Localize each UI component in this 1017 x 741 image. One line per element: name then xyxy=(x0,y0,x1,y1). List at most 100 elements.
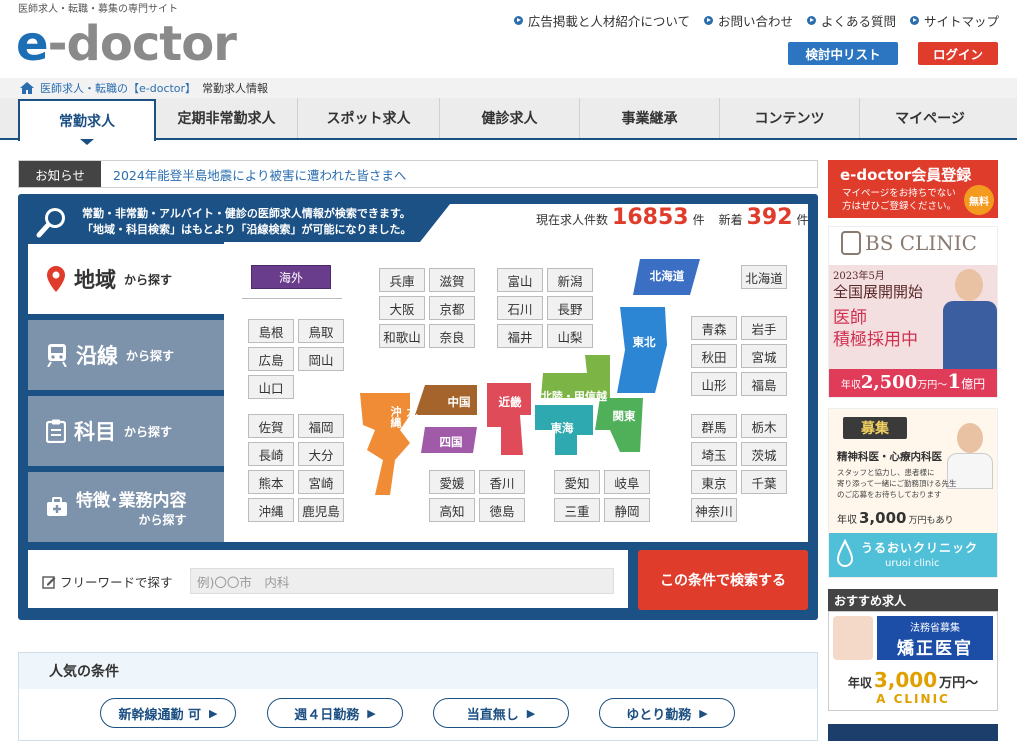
region-kanto[interactable]: 関東 xyxy=(600,406,648,426)
tab-mypage[interactable]: マイページ xyxy=(860,98,1000,138)
bs-clinic-banner[interactable]: BS CLINIC 2023年5月 全国展開開始 医師 積極採用中 年収 2,5… xyxy=(828,226,998,398)
region-tohoku[interactable]: 東北 xyxy=(622,330,666,354)
logo-e: e xyxy=(16,16,49,72)
arrow-circle-icon xyxy=(909,16,919,25)
pref-button[interactable]: 愛媛 xyxy=(429,470,475,494)
tab-succession[interactable]: 事業継承 xyxy=(580,98,720,138)
search-tab-feature[interactable]: 特徴･業務内容 から探す xyxy=(28,472,224,542)
pref-button[interactable]: 岐阜 xyxy=(604,470,650,494)
pref-button[interactable]: 山口 xyxy=(248,375,294,399)
tab-checkup[interactable]: 健診求人 xyxy=(440,98,580,138)
pref-button[interactable]: 千葉 xyxy=(741,470,787,494)
pref-button[interactable]: 鳥取 xyxy=(298,319,344,343)
link-sitemap[interactable]: サイトマップ xyxy=(909,11,999,30)
region-kyushu[interactable]: 九州・沖縄 xyxy=(384,406,422,448)
login-button[interactable]: ログイン xyxy=(918,42,998,65)
member-register-banner[interactable]: e-doctor会員登録 マイページをお持ちでない 方はぜひご登録ください。 無… xyxy=(828,160,998,218)
pref-button[interactable]: 香川 xyxy=(479,470,525,494)
region-hokkaido[interactable]: 北海道 xyxy=(636,263,698,289)
notice-link[interactable]: 2024年能登半島地震により被害に遭われた皆さまへ xyxy=(101,165,406,184)
pref-button[interactable]: 京都 xyxy=(429,296,475,320)
search-tab-subject[interactable]: 科目 から探す xyxy=(28,396,224,466)
pref-button[interactable]: 愛知 xyxy=(554,470,600,494)
region-overseas-button[interactable]: 海外 xyxy=(251,265,331,289)
pref-button[interactable]: 奈良 xyxy=(429,324,475,348)
popular-item[interactable]: 週４日勤務 ▶ xyxy=(267,698,403,728)
divider xyxy=(242,298,342,299)
pref-button[interactable]: 高知 xyxy=(429,498,475,522)
search-tab-line[interactable]: 沿線 から探す xyxy=(28,320,224,390)
pref-button[interactable]: 和歌山 xyxy=(379,324,425,348)
home-icon[interactable] xyxy=(20,82,34,94)
pref-button[interactable]: 島根 xyxy=(248,319,294,343)
doctor-illustration xyxy=(833,616,873,660)
region-hokuriku[interactable]: 北陸・甲信越 xyxy=(538,386,610,406)
pref-button[interactable]: 栃木 xyxy=(741,414,787,438)
arrow-circle-icon xyxy=(806,16,816,25)
tab-spot[interactable]: スポット求人 xyxy=(298,98,440,138)
pref-button[interactable]: 富山 xyxy=(497,268,543,292)
popular-item[interactable]: 新幹線通勤 可 ▶ xyxy=(100,698,236,728)
pref-button[interactable]: 静岡 xyxy=(604,498,650,522)
pref-button[interactable]: 長崎 xyxy=(248,442,294,466)
search-tab-region[interactable]: 地域 から探す xyxy=(28,244,224,314)
pref-button[interactable]: 福島 xyxy=(741,372,787,396)
tab-contents[interactable]: コンテンツ xyxy=(720,98,860,138)
site-logo[interactable]: e-doctor xyxy=(16,14,237,74)
pref-button[interactable]: 埼玉 xyxy=(691,442,737,466)
pref-button[interactable]: 茨城 xyxy=(741,442,787,466)
pref-button[interactable]: 福岡 xyxy=(298,414,344,438)
pref-button[interactable]: 山梨 xyxy=(547,324,593,348)
breadcrumb-link[interactable]: 医師求人・転職の【e-doctor】 xyxy=(40,80,196,96)
pref-button[interactable]: 広島 xyxy=(248,347,294,371)
pref-button[interactable]: 大分 xyxy=(298,442,344,466)
pref-button[interactable]: 三重 xyxy=(554,498,600,522)
pref-button[interactable]: 福井 xyxy=(497,324,543,348)
pref-button[interactable]: 滋賀 xyxy=(429,268,475,292)
pref-button[interactable]: 兵庫 xyxy=(379,268,425,292)
popular-item[interactable]: 当直無し ▶ xyxy=(433,698,569,728)
pref-button[interactable]: 青森 xyxy=(691,316,737,340)
link-advertising[interactable]: 広告掲載と人材紹介について xyxy=(513,11,690,30)
pref-button[interactable]: 岡山 xyxy=(298,347,344,371)
pref-button[interactable]: 沖縄 xyxy=(248,498,294,522)
link-contact[interactable]: お問い合わせ xyxy=(703,11,793,30)
pref-button[interactable]: 宮崎 xyxy=(298,470,344,494)
notice-label: お知らせ xyxy=(19,161,101,187)
pref-button[interactable]: 石川 xyxy=(497,296,543,320)
pref-button[interactable]: 秋田 xyxy=(691,344,737,368)
uruoi-clinic-banner[interactable]: 募集 精神科医・心療内科医 スタッフと協力し、患者様に 寄り添って一緒にご勤務頂… xyxy=(828,408,998,578)
region-shikoku[interactable]: 四国 xyxy=(428,432,474,452)
pref-button[interactable]: 群馬 xyxy=(691,414,737,438)
play-icon: ▶ xyxy=(699,706,708,720)
pref-button[interactable]: 神奈川 xyxy=(691,498,737,522)
pref-button[interactable]: 徳島 xyxy=(479,498,525,522)
pref-button[interactable]: 山形 xyxy=(691,372,737,396)
popular-item[interactable]: ゆとり勤務 ▶ xyxy=(599,698,735,728)
pref-button[interactable]: 長野 xyxy=(547,296,593,320)
pref-button[interactable]: 熊本 xyxy=(248,470,294,494)
doctor-photo xyxy=(941,267,997,371)
pref-button[interactable]: 新潟 xyxy=(547,268,593,292)
banner-partial[interactable] xyxy=(828,724,998,741)
tab-parttime[interactable]: 定期非常勤求人 xyxy=(156,98,298,138)
freeword-label: フリーワードで探す xyxy=(42,572,173,591)
pref-button[interactable]: 佐賀 xyxy=(248,414,294,438)
arrow-circle-icon xyxy=(703,16,713,25)
region-kinki[interactable]: 近畿 xyxy=(488,392,532,412)
link-faq[interactable]: よくある質問 xyxy=(806,11,896,30)
pref-button[interactable]: 大阪 xyxy=(379,296,425,320)
freeword-input[interactable]: 例)〇〇市 内科 xyxy=(190,568,614,594)
pref-button[interactable]: 東京 xyxy=(691,470,737,494)
pencil-icon xyxy=(42,575,56,589)
region-chugoku[interactable]: 中国 xyxy=(436,392,482,412)
pref-button[interactable]: 北海道 xyxy=(741,265,787,289)
pref-button[interactable]: 岩手 xyxy=(741,316,787,340)
pref-button[interactable]: 鹿児島 xyxy=(298,498,344,522)
region-tokai[interactable]: 東海 xyxy=(540,418,584,438)
pref-button[interactable]: 宮城 xyxy=(741,344,787,368)
tab-fulltime[interactable]: 常勤求人 xyxy=(18,99,156,141)
search-submit-button[interactable]: この条件で検索する xyxy=(638,550,808,610)
consider-list-button[interactable]: 検討中リスト xyxy=(788,42,898,65)
recommend-banner[interactable]: 法務省募集 矯正医官 年収 3,000 万円〜 A CLINIC xyxy=(828,611,998,711)
